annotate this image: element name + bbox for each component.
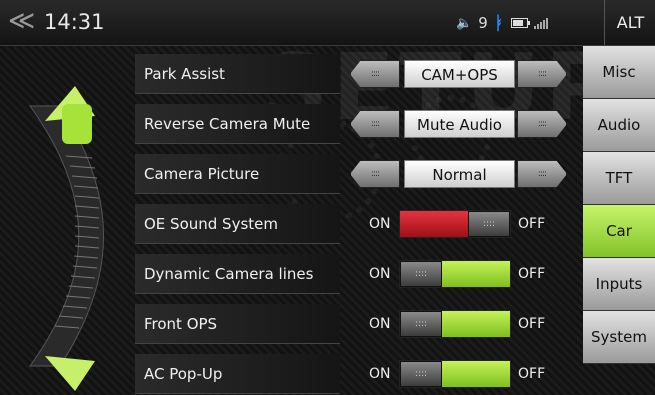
grip-icon: :::: (537, 69, 547, 79)
ac-pop-up-toggle[interactable]: :::: (399, 360, 511, 388)
option-value: CAM+OPS (404, 60, 515, 88)
bluetooth-icon: ᛓ (493, 12, 505, 34)
previous-option-button[interactable]: :::: (350, 160, 400, 188)
toggle-knob[interactable]: :::: (400, 311, 442, 337)
toggle-knob[interactable]: :::: (400, 361, 442, 387)
alt-button[interactable]: ALT (604, 0, 655, 45)
toggle-on-label: ON (369, 316, 391, 332)
grip-icon: :::: (537, 169, 547, 179)
category-sidebar: Misc Audio TFT Car Inputs System (583, 46, 655, 395)
tab-tft[interactable]: TFT (583, 152, 655, 205)
clock: 14:31 (44, 10, 105, 34)
dynamic-camera-lines-toggle[interactable]: :::: (399, 260, 511, 288)
next-option-button[interactable]: :::: (517, 60, 567, 88)
next-option-button[interactable]: :::: (517, 110, 567, 138)
option-value: Normal (404, 160, 515, 188)
setting-label: OE Sound System (135, 204, 340, 244)
setting-row-park-assist: Park Assist :::: CAM+OPS :::: (135, 54, 580, 94)
grip-icon: :::: (370, 169, 380, 179)
front-ops-toggle[interactable]: :::: (399, 310, 511, 338)
setting-row-oe-sound-system: OE Sound System ON :::: OFF (135, 204, 580, 244)
option-value: Mute Audio (404, 110, 515, 138)
oe-sound-system-toggle[interactable]: :::: (399, 210, 511, 238)
setting-label: AC Pop-Up (135, 354, 340, 394)
setting-row-ac-pop-up: AC Pop-Up ON :::: OFF (135, 354, 580, 394)
setup-screen: SETUP ≪ 14:31 🔈 9 ᛓ ALT (0, 0, 655, 395)
status-area: 🔈 9 ᛓ (456, 12, 548, 34)
tab-misc[interactable]: Misc (583, 46, 655, 99)
setting-row-reverse-camera-mute: Reverse Camera Mute :::: Mute Audio :::: (135, 104, 580, 144)
next-option-button[interactable]: :::: (517, 160, 567, 188)
setting-row-dynamic-camera-lines: Dynamic Camera lines ON :::: OFF (135, 254, 580, 294)
volume-knob-icon (62, 104, 92, 144)
grip-icon: :::: (370, 119, 380, 129)
setting-row-camera-picture: Camera Picture :::: Normal :::: (135, 154, 580, 194)
setting-row-front-ops: Front OPS ON :::: OFF (135, 304, 580, 344)
toggle-knob[interactable]: :::: (468, 211, 510, 237)
grip-icon: :::: (370, 69, 380, 79)
setting-label: Front OPS (135, 304, 340, 344)
tab-audio[interactable]: Audio (583, 99, 655, 152)
toggle-off-label: OFF (518, 216, 546, 232)
toggle-off-label: OFF (518, 266, 546, 282)
tab-inputs[interactable]: Inputs (583, 258, 655, 311)
previous-option-button[interactable]: :::: (350, 110, 400, 138)
down-arrow-icon (45, 356, 95, 391)
toggle-on-label: ON (369, 366, 391, 382)
toggle-on-label: ON (369, 216, 391, 232)
volume-arc-decoration (29, 86, 104, 391)
top-bar: ≪ 14:31 🔈 9 ᛓ ALT (0, 0, 655, 46)
back-chevrons-icon[interactable]: ≪ (8, 8, 38, 36)
grip-icon: :::: (537, 119, 547, 129)
setting-label: Park Assist (135, 54, 340, 94)
previous-option-button[interactable]: :::: (350, 60, 400, 88)
setting-label: Reverse Camera Mute (135, 104, 340, 144)
setting-label: Dynamic Camera lines (135, 254, 340, 294)
setting-label: Camera Picture (135, 154, 340, 194)
tab-car[interactable]: Car (583, 205, 655, 258)
toggle-off-label: OFF (518, 366, 546, 382)
tab-system[interactable]: System (583, 311, 655, 364)
signal-icon (533, 17, 548, 29)
toggle-on-label: ON (369, 266, 391, 282)
volume-icon: 🔈 (456, 15, 473, 31)
toggle-off-label: OFF (518, 316, 546, 332)
battery-icon (510, 18, 530, 28)
toggle-knob[interactable]: :::: (400, 261, 442, 287)
volume-level: 9 (478, 14, 488, 32)
